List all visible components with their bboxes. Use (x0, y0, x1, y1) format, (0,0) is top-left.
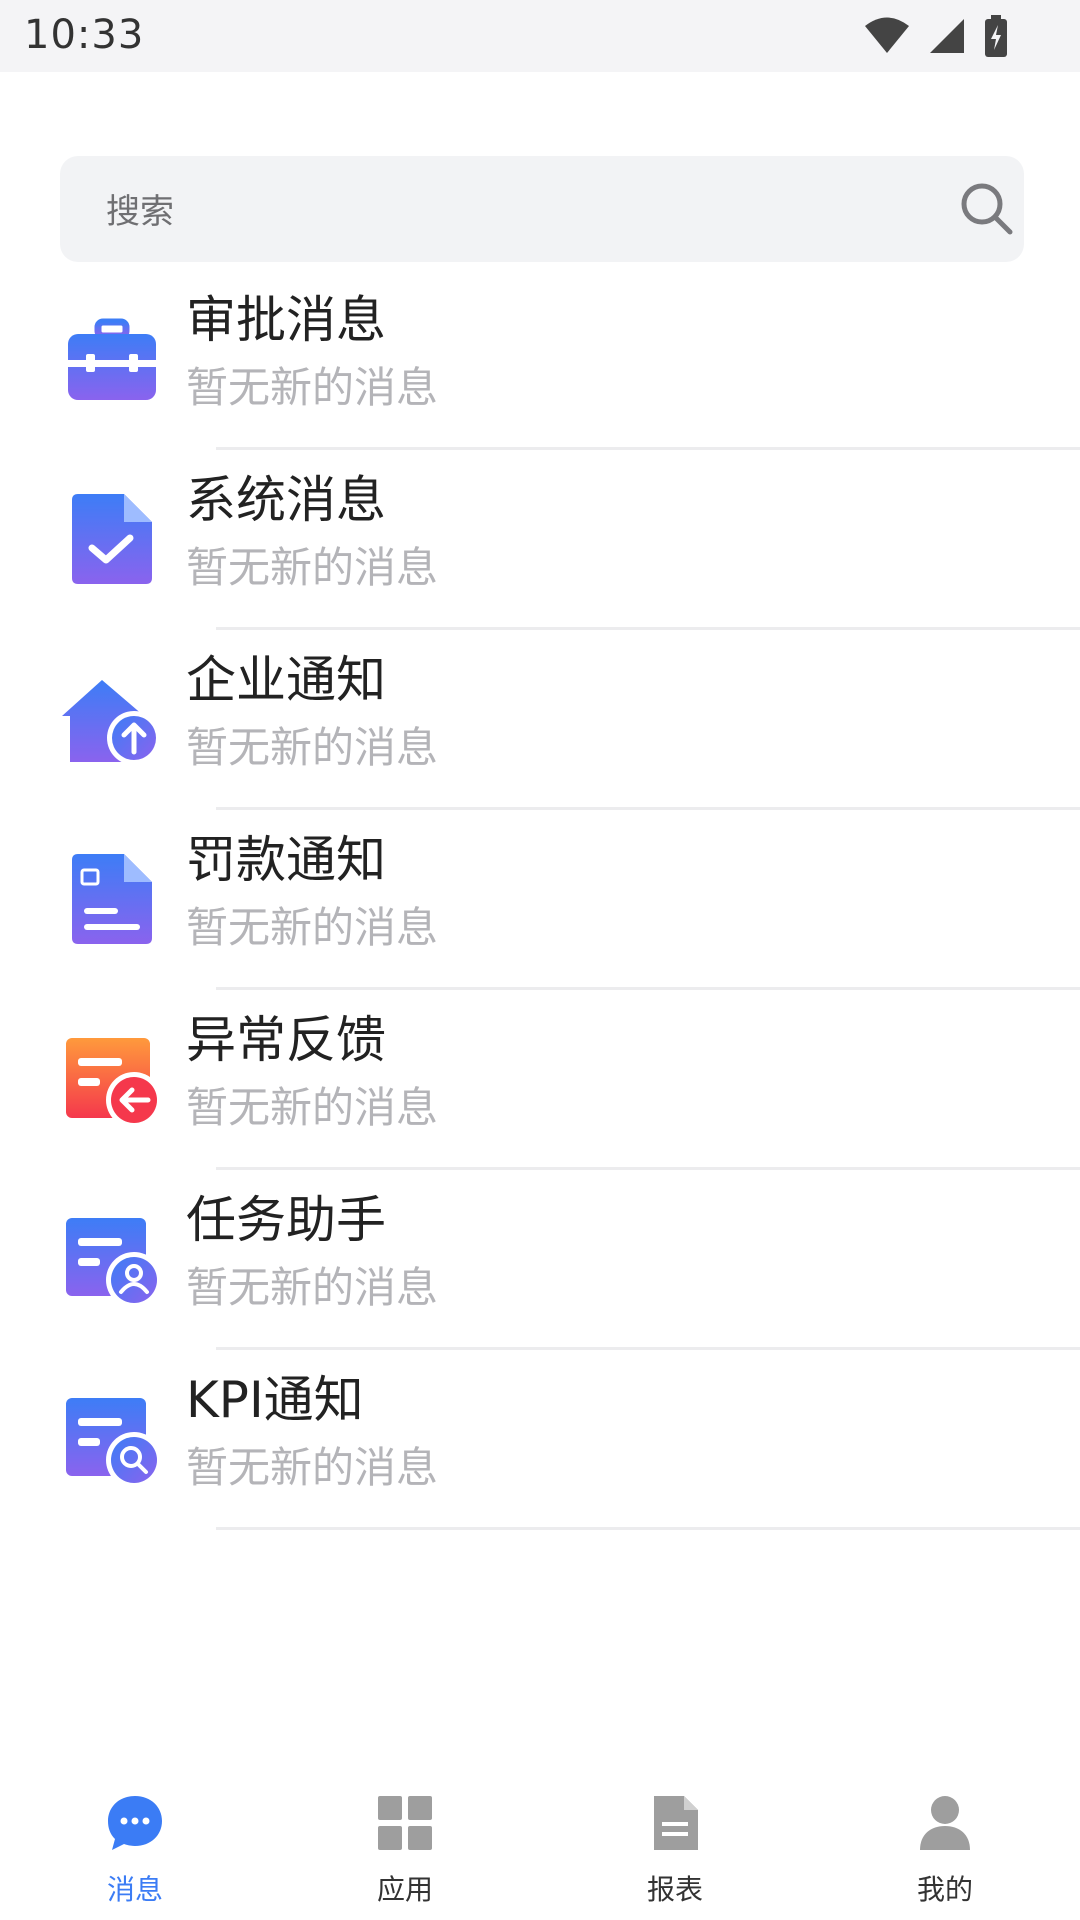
search-placeholder: 搜索 (106, 192, 174, 232)
kpi-search-icon (62, 1390, 162, 1490)
status-time: 10:33 (24, 12, 145, 58)
briefcase-icon (62, 310, 162, 410)
message-subtitle: 暂无新的消息 (186, 723, 439, 772)
message-subtitle: 暂无新的消息 (186, 1083, 439, 1132)
feedback-return-icon (62, 1030, 162, 1130)
message-item-task[interactable]: 任务助手 暂无新的消息 (0, 1170, 1080, 1350)
divider (216, 1527, 1080, 1530)
message-subtitle: 暂无新的消息 (186, 1263, 439, 1312)
message-title: 异常反馈 (186, 1011, 386, 1069)
chat-bubble-icon (104, 1792, 166, 1854)
tab-apps[interactable]: 应用 (270, 1770, 540, 1920)
status-icons (864, 14, 1008, 58)
tab-reports[interactable]: 报表 (540, 1770, 810, 1920)
message-item-feedback[interactable]: 异常反馈 暂无新的消息 (0, 990, 1080, 1170)
message-title: 系统消息 (186, 471, 386, 529)
tab-label: 我的 (916, 1873, 973, 1906)
wifi-icon (864, 17, 910, 55)
status-bar: 10:33 (0, 0, 1080, 72)
message-title: 罚款通知 (186, 831, 386, 889)
user-icon (914, 1792, 976, 1854)
tab-messages[interactable]: 消息 (0, 1770, 270, 1920)
grid-icon (374, 1792, 436, 1854)
message-item-fine[interactable]: 罚款通知 暂无新的消息 (0, 810, 1080, 990)
report-document-icon (644, 1792, 706, 1854)
tab-label: 应用 (376, 1873, 433, 1906)
message-title: 任务助手 (186, 1191, 386, 1249)
message-subtitle: 暂无新的消息 (186, 903, 439, 952)
search-icon[interactable] (958, 180, 1016, 238)
signal-icon (928, 17, 966, 55)
fine-document-icon (62, 850, 162, 950)
message-item-kpi[interactable]: KPI通知 暂无新的消息 (0, 1350, 1080, 1530)
search-input[interactable]: 搜索 (60, 156, 1024, 262)
task-user-icon (62, 1210, 162, 1310)
document-check-icon (62, 490, 162, 590)
tab-profile[interactable]: 我的 (810, 1770, 1080, 1920)
message-subtitle: 暂无新的消息 (186, 1443, 439, 1492)
bottom-tab-bar: 消息 应用 报表 我的 (0, 1770, 1080, 1920)
tab-label: 消息 (106, 1873, 163, 1906)
message-item-enterprise[interactable]: 企业通知 暂无新的消息 (0, 630, 1080, 810)
battery-charging-icon (984, 15, 1008, 57)
message-title: KPI通知 (186, 1371, 364, 1429)
tab-label: 报表 (646, 1873, 703, 1906)
message-subtitle: 暂无新的消息 (186, 543, 439, 592)
message-item-system[interactable]: 系统消息 暂无新的消息 (0, 450, 1080, 630)
message-title: 企业通知 (186, 651, 386, 709)
house-upload-icon (62, 670, 162, 770)
message-list: 审批消息 暂无新的消息 系统消息 暂无新的消息 企业通知 暂无新的消息 罚款通知… (0, 270, 1080, 1530)
message-subtitle: 暂无新的消息 (186, 363, 439, 412)
message-item-approval[interactable]: 审批消息 暂无新的消息 (0, 270, 1080, 450)
message-title: 审批消息 (186, 291, 386, 349)
